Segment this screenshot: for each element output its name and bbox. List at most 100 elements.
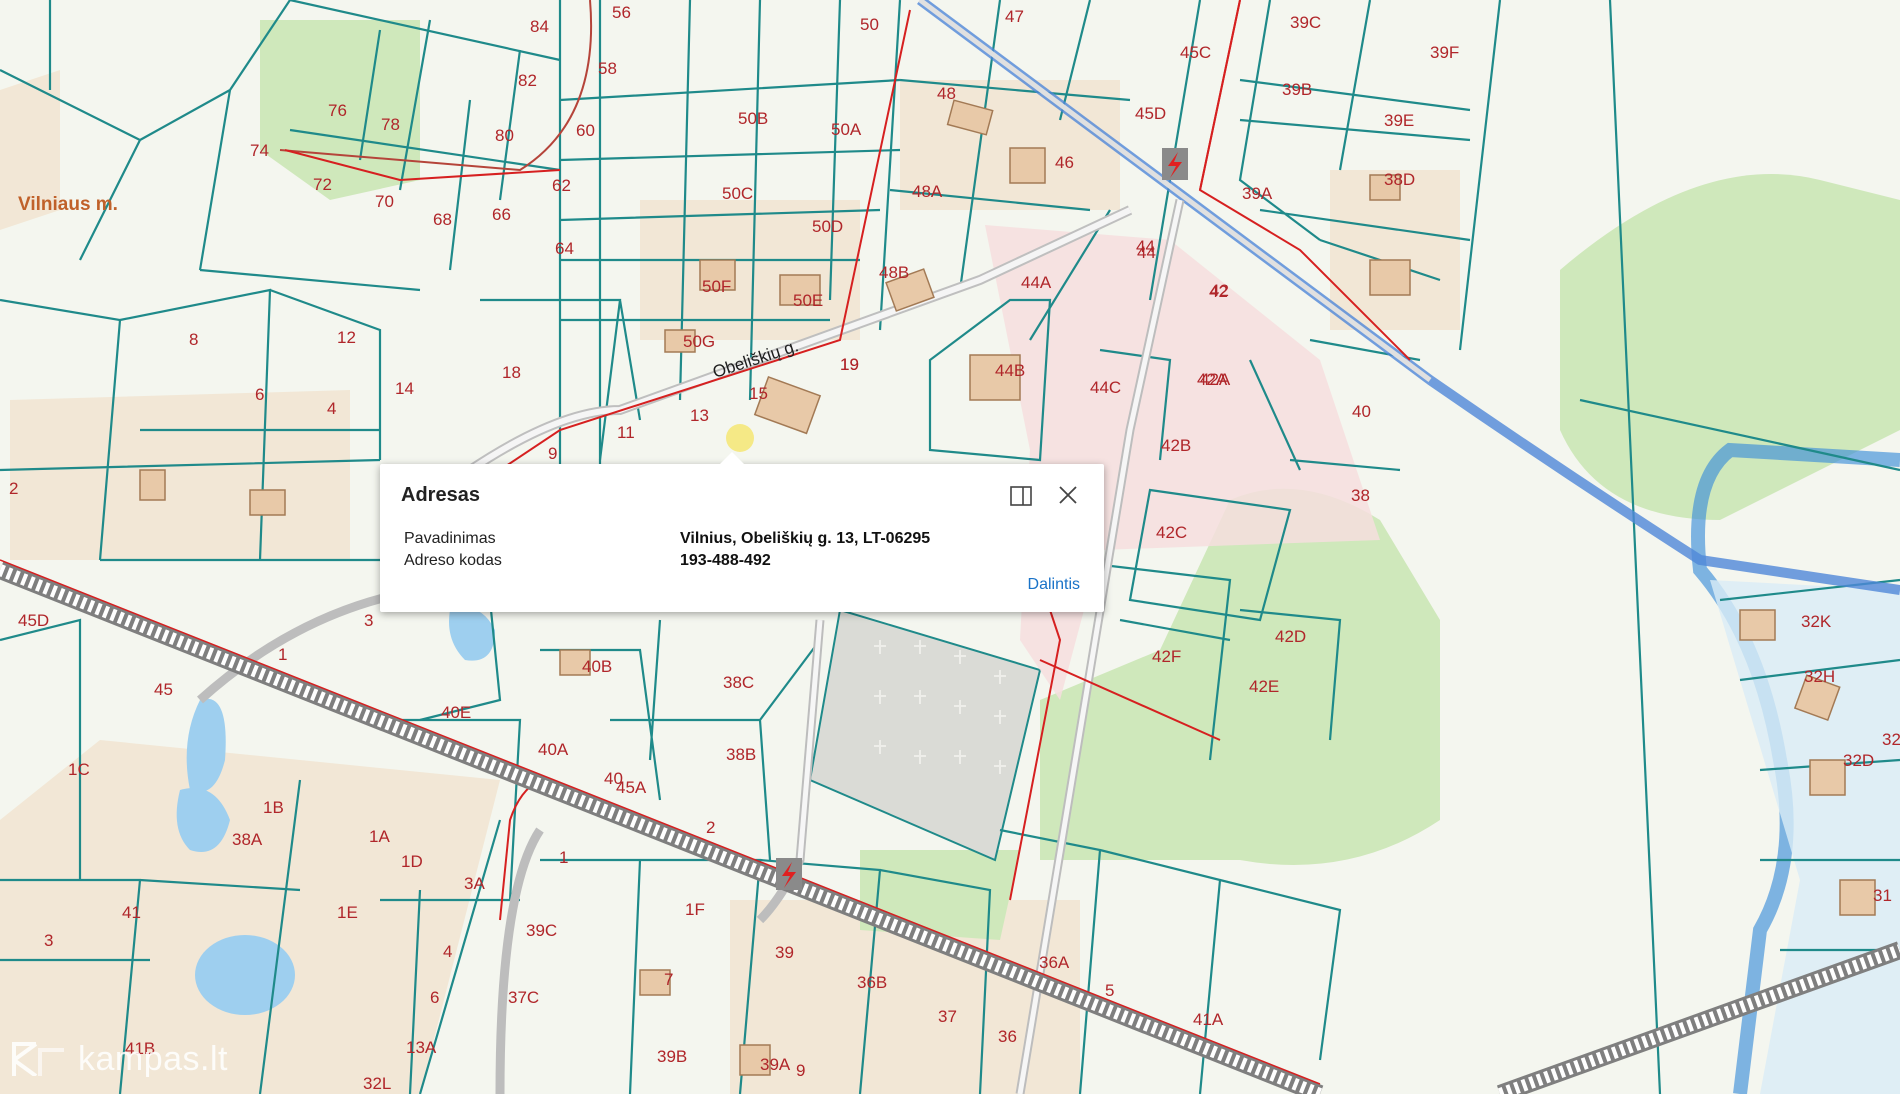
parcel-label: 5 — [1105, 981, 1114, 1000]
name-label: Pavadinimas — [404, 530, 496, 547]
parcel-label: 7 — [664, 970, 673, 989]
close-button[interactable] — [1056, 483, 1080, 507]
address-code-label: Adreso kodas — [404, 552, 502, 569]
parcel-label: 32L — [363, 1074, 391, 1093]
parcel-label: 50G — [683, 332, 715, 351]
parcel-label: 2 — [9, 479, 18, 498]
parcel-label: 45D — [1135, 104, 1166, 123]
parcel-label: 36 — [998, 1027, 1017, 1046]
parcel-label: 1 — [559, 848, 568, 867]
parcel-label: 39A — [760, 1055, 791, 1074]
parcel-label: 74 — [250, 141, 269, 160]
parcel-label: 32H — [1804, 667, 1835, 686]
dock-panel-button[interactable] — [1010, 486, 1032, 506]
parcel-label: 50B — [738, 109, 768, 128]
parcel-label: 14 — [395, 379, 414, 398]
parcel-label: 50 — [860, 15, 879, 34]
parcel-label: 31 — [1873, 886, 1892, 905]
parcel-label: 3 — [44, 931, 53, 950]
parcel-label: 1B — [263, 798, 284, 817]
parcel-label: 40A — [538, 740, 569, 759]
parcel-label: 32K — [1801, 612, 1832, 631]
parcel-label: 72 — [313, 175, 332, 194]
parcel-label: 47 — [1005, 7, 1024, 26]
parcel-label: 58 — [598, 59, 617, 78]
parcel-label: 39E — [1384, 111, 1414, 130]
parcel-label: 1C — [68, 760, 90, 779]
parcel-label: 42F — [1152, 647, 1181, 666]
selected-address-marker[interactable] — [726, 424, 754, 452]
parcel-label: 37 — [938, 1007, 957, 1026]
parcel-label: 39C — [526, 921, 557, 940]
popup-title: Adresas — [401, 484, 480, 506]
name-value: Vilnius, Obeliškių g. 13, LT-06295 — [680, 530, 931, 547]
parcel-label: 68 — [433, 210, 452, 229]
parcel-label: 44A — [1021, 273, 1052, 292]
parcel-label: 38C — [723, 673, 754, 692]
parcel-label: 18 — [502, 363, 521, 382]
parcel-label: 1D — [401, 852, 423, 871]
parcel-label: 40 — [1352, 402, 1371, 421]
parcel-label: 40E — [441, 703, 471, 722]
parcel-label: 39 — [775, 943, 794, 962]
parcel-label: 9 — [796, 1061, 805, 1080]
parcel-label: 6 — [430, 988, 439, 1007]
parcel-label: 13A — [406, 1038, 437, 1057]
parcel-label: 45A — [616, 778, 647, 797]
parcel-label: 4 — [443, 942, 452, 961]
parcel-label: 36B — [857, 973, 887, 992]
parcel-label: 3A — [464, 874, 485, 893]
parcel-label: 1E — [337, 903, 358, 922]
parcel-label: 50A — [831, 120, 862, 139]
parcel-label: 32J — [1882, 730, 1900, 749]
parcel-label: 50E — [793, 291, 823, 310]
parcel-label: 13 — [690, 406, 709, 425]
parcel-label: 44 — [1136, 237, 1155, 256]
parcel-label: 44B — [995, 361, 1025, 380]
parcel-label: 37C — [508, 988, 539, 1007]
city-label: Vilniaus m. — [18, 194, 118, 215]
parcel-label: 39C — [1290, 13, 1321, 32]
parcel-label: 15 — [749, 384, 768, 403]
parcel-label: 42A — [1200, 370, 1231, 389]
parcel-label: 11 — [617, 423, 635, 442]
address-popup: Adresas Pavadinimas Vilnius, Obeliškių g… — [380, 452, 1104, 612]
parcel-label: 84 — [530, 17, 549, 36]
parcel-label: 64 — [555, 239, 574, 258]
parcel-label: 42 — [1210, 281, 1229, 300]
parcel-label: 82 — [518, 71, 537, 90]
popup-pointer — [720, 452, 744, 464]
parcel-label: 39B — [1282, 80, 1312, 99]
share-link[interactable]: Dalintis — [1028, 576, 1080, 594]
parcel-label: 48B — [879, 263, 909, 282]
parcel-label: 42C — [1156, 523, 1187, 542]
parcel-label: 78 — [381, 115, 400, 134]
parcel-label: 32D — [1843, 751, 1874, 770]
parcel-label: 38 — [1351, 486, 1370, 505]
dock-panel-icon — [1010, 486, 1032, 506]
parcel-label: 42E — [1249, 677, 1279, 696]
parcel-label: 39F — [1430, 43, 1459, 62]
parcel-label: 48A — [912, 182, 943, 201]
kampas-logo-icon — [12, 1042, 64, 1076]
parcel-label: 4 — [327, 399, 336, 418]
parcel-label: 56 — [612, 3, 631, 22]
parcel-label: 50C — [722, 184, 753, 203]
parcel-label: 46 — [1055, 153, 1074, 172]
parcel-label: 38A — [232, 830, 263, 849]
parcel-label: 36A — [1039, 953, 1070, 972]
parcel-label: 2 — [706, 818, 715, 837]
close-icon — [1059, 486, 1077, 504]
watermark-text: kampas.lt — [78, 1040, 228, 1078]
parcel-label: 62 — [552, 176, 571, 195]
parcel-label: 9 — [548, 444, 557, 463]
parcel-label: 80 — [495, 126, 514, 145]
parcel-label: 45 — [154, 680, 173, 699]
address-code-value: 193-488-492 — [680, 552, 771, 569]
parcel-label: 41 — [122, 903, 141, 922]
parcel-label: 44C — [1090, 378, 1121, 397]
parcel-label: 1A — [369, 827, 390, 846]
parcel-label: 12 — [337, 328, 356, 347]
parcel-label: 40B — [582, 657, 612, 676]
parcel-label: 1 — [278, 645, 287, 664]
